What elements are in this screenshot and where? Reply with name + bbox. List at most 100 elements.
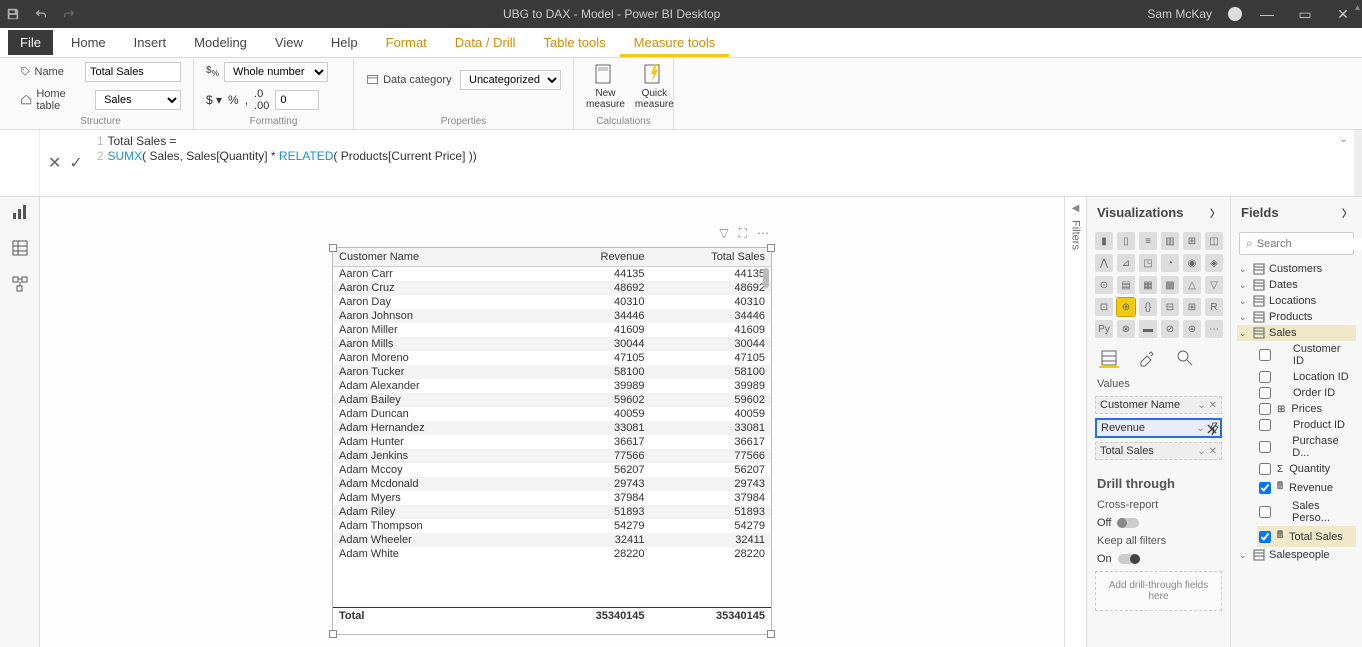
viz-type-icon[interactable]: ◈ <box>1205 254 1223 272</box>
resize-handle[interactable] <box>767 630 775 638</box>
viz-type-icon[interactable]: ⊿ <box>1117 254 1135 272</box>
table-node[interactable]: ⌄Locations <box>1237 293 1356 309</box>
tab-tabletools[interactable]: Table tools <box>529 29 619 56</box>
field-node[interactable]: Customer ID <box>1257 341 1356 369</box>
decimal-button[interactable]: .0.00 <box>254 88 269 112</box>
viz-type-icon[interactable]: ▤ <box>1117 276 1135 294</box>
currency-button[interactable]: $ ▾ <box>206 93 222 107</box>
formula-accept-button[interactable]: ✓ <box>69 153 82 173</box>
formula-cancel-button[interactable]: ✕ <box>48 153 61 173</box>
viz-type-icon[interactable]: ◉ <box>1183 254 1201 272</box>
table-node[interactable]: ⌄Sales <box>1237 325 1356 341</box>
viz-type-icon[interactable]: ⊘ <box>1161 320 1179 338</box>
remove-icon[interactable]: ✕ <box>1209 446 1217 457</box>
user-avatar[interactable] <box>1228 7 1242 21</box>
field-node[interactable]: ⊞Prices <box>1257 401 1356 417</box>
report-view-icon[interactable] <box>11 203 29 221</box>
table-row[interactable]: Aaron Mills3004430044 <box>333 337 771 351</box>
decimal-input[interactable] <box>275 90 319 110</box>
viz-type-icon[interactable]: ◫ <box>1205 232 1223 250</box>
table-row[interactable]: Adam Myers3798437984 <box>333 491 771 505</box>
table-row[interactable]: Adam Mccoy5620756207 <box>333 463 771 477</box>
resize-handle[interactable] <box>329 244 337 252</box>
viz-type-icon[interactable]: ▮ <box>1095 232 1113 250</box>
focus-icon[interactable]: ⛶ <box>739 226 747 241</box>
ribbon-collapse-icon[interactable]: ▴ <box>1355 2 1360 13</box>
field-node[interactable]: Sales Perso... <box>1257 498 1356 526</box>
fields-search[interactable]: ⌕ <box>1239 232 1354 255</box>
well-total-sales[interactable]: Total Sales⌄✕ <box>1095 442 1222 460</box>
viz-type-icon[interactable]: ⊞ <box>1183 298 1201 316</box>
tab-home[interactable]: Home <box>57 29 120 56</box>
name-input[interactable] <box>85 62 181 82</box>
format-tab-icon[interactable] <box>1137 348 1157 368</box>
filters-expand-icon[interactable]: ◀ <box>1072 203 1080 214</box>
resize-handle[interactable] <box>329 630 337 638</box>
maximize-button[interactable]: ▭ <box>1292 6 1318 23</box>
crossreport-toggle[interactable]: Off <box>1087 515 1230 531</box>
field-node[interactable]: 🖩Total Sales <box>1257 526 1356 547</box>
viz-collapse-icon[interactable]: 〉 <box>1210 205 1220 220</box>
viz-type-icon[interactable]: ▯ <box>1117 232 1135 250</box>
model-view-icon[interactable] <box>11 275 29 293</box>
data-view-icon[interactable] <box>11 239 29 257</box>
tab-help[interactable]: Help <box>317 29 372 56</box>
field-node[interactable]: 🖩Revenue <box>1257 477 1356 498</box>
comma-button[interactable]: , <box>245 93 248 107</box>
datacat-select[interactable]: Uncategorized <box>460 70 561 90</box>
field-checkbox[interactable] <box>1259 441 1271 453</box>
field-node[interactable]: ΣQuantity <box>1257 461 1356 477</box>
table-row[interactable]: Adam Alexander3998939989 <box>333 379 771 393</box>
viz-type-icon[interactable]: ⋯ <box>1205 320 1223 338</box>
filter-icon[interactable]: ▽ <box>719 226 728 241</box>
viz-type-icon[interactable]: ⋀ <box>1095 254 1113 272</box>
viz-type-icon[interactable]: ⊗ <box>1117 320 1135 338</box>
table-row[interactable]: Adam White2822028220 <box>333 547 771 561</box>
viz-type-icon[interactable]: ⊛ <box>1183 320 1201 338</box>
field-checkbox[interactable] <box>1259 371 1271 383</box>
viz-type-icon[interactable]: ▩ <box>1161 276 1179 294</box>
minimize-button[interactable]: — <box>1254 6 1280 22</box>
table-visual[interactable]: ▽ ⛶ ⋯ Customer Name Revenue Total Sales … <box>332 247 772 635</box>
chevron-down-icon[interactable]: ⌄ <box>1196 423 1204 434</box>
undo-icon[interactable] <box>34 7 48 21</box>
formula-expand-icon[interactable]: ⌄ <box>1340 134 1348 145</box>
col-header[interactable]: Revenue <box>530 248 650 267</box>
viz-type-icon[interactable]: ▬ <box>1139 320 1157 338</box>
tab-file[interactable]: File <box>8 30 53 55</box>
field-node[interactable]: Order ID <box>1257 385 1356 401</box>
viz-type-icon[interactable]: R <box>1205 298 1223 316</box>
tab-insert[interactable]: Insert <box>120 29 181 56</box>
viz-type-icon[interactable]: ⊞ <box>1183 232 1201 250</box>
field-checkbox[interactable] <box>1259 403 1271 415</box>
field-node[interactable]: Product ID <box>1257 417 1356 433</box>
well-customer-name[interactable]: Customer Name⌄✕ <box>1095 396 1222 414</box>
percent-button[interactable]: % <box>228 93 239 107</box>
drill-dropzone[interactable]: Add drill-through fields here <box>1095 571 1222 611</box>
table-row[interactable]: Adam Wheeler3241132411 <box>333 533 771 547</box>
viz-type-icon[interactable]: Py <box>1095 320 1113 338</box>
keepfilters-toggle[interactable]: On <box>1087 551 1230 567</box>
user-name[interactable]: Sam McKay <box>1147 7 1212 21</box>
table-row[interactable]: Aaron Johnson3444634446 <box>333 309 771 323</box>
formula-input[interactable]: 1Total Sales = 2SUMX( Sales, Sales[Quant… <box>91 130 1354 196</box>
table-node[interactable]: ⌄Customers <box>1237 261 1356 277</box>
viz-type-icon[interactable]: ⊟ <box>1161 298 1179 316</box>
viz-type-icon[interactable]: △ <box>1183 276 1201 294</box>
viz-type-icon[interactable]: ≡ <box>1139 232 1157 250</box>
search-input[interactable] <box>1257 238 1362 250</box>
tab-datadrill[interactable]: Data / Drill <box>441 29 530 56</box>
tab-view[interactable]: View <box>261 29 317 56</box>
table-row[interactable]: Aaron Day4031040310 <box>333 295 771 309</box>
resize-handle[interactable] <box>767 244 775 252</box>
fields-tab-icon[interactable] <box>1099 348 1119 368</box>
viz-type-icon[interactable]: ⊡ <box>1095 298 1113 316</box>
table-node[interactable]: ⌄Products <box>1237 309 1356 325</box>
table-row[interactable]: Adam Thompson5427954279 <box>333 519 771 533</box>
filters-rail[interactable]: ◀ Filters <box>1064 197 1086 647</box>
col-header[interactable]: Total Sales <box>651 248 771 267</box>
field-checkbox[interactable] <box>1259 349 1271 361</box>
tab-format[interactable]: Format <box>372 29 441 56</box>
viz-type-icon[interactable]: ▥ <box>1161 232 1179 250</box>
field-checkbox[interactable] <box>1259 506 1271 518</box>
